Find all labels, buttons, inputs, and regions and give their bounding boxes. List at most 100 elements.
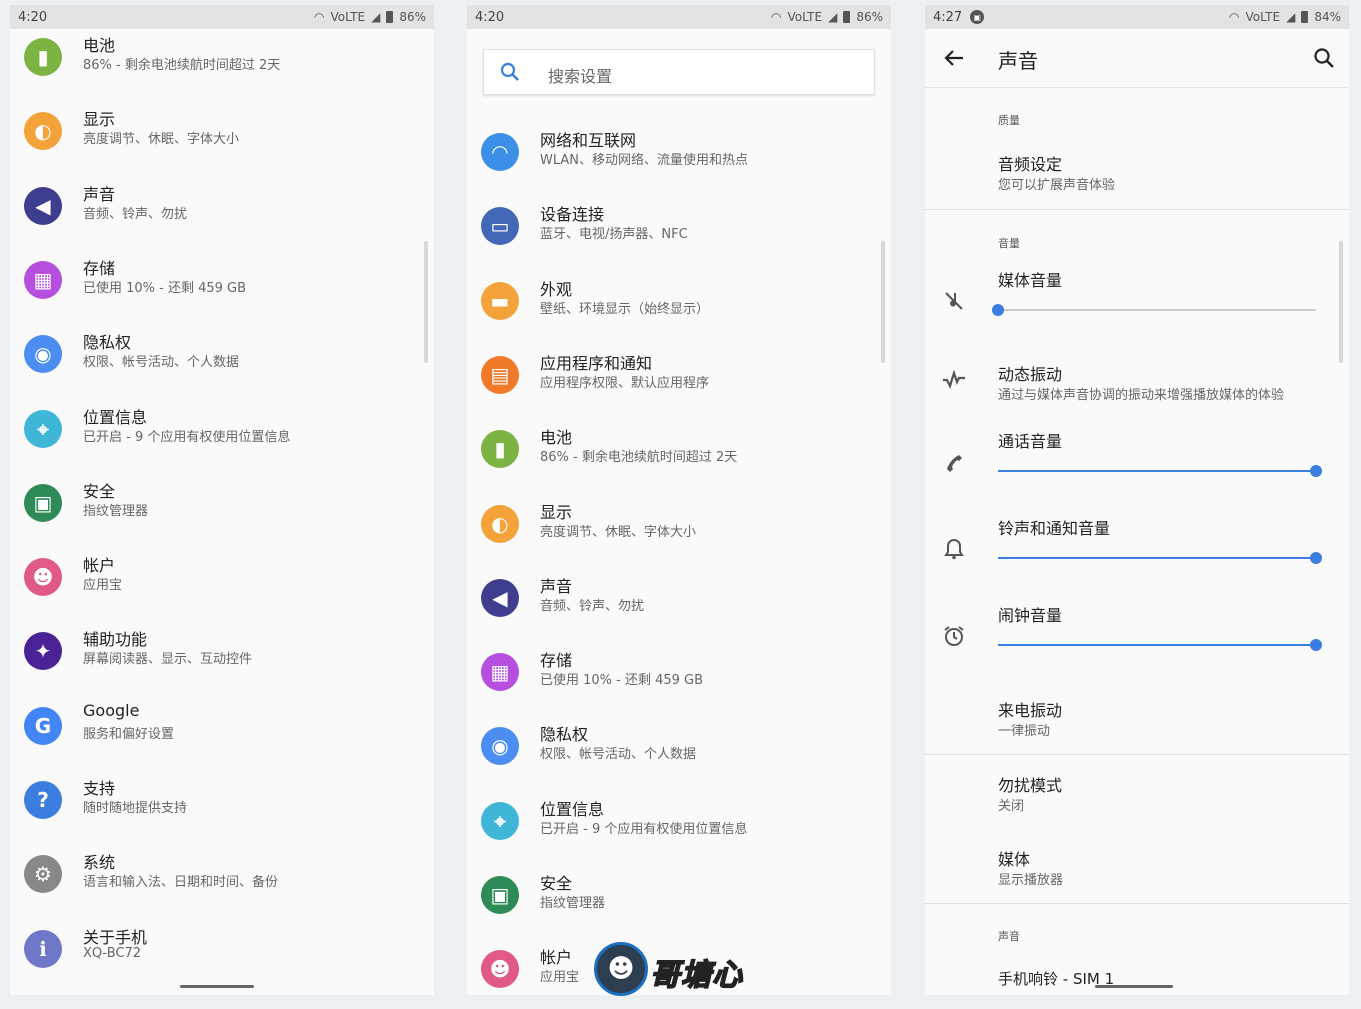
settings-item-subtitle: 权限、帐号活动、个人数据 <box>83 355 240 371</box>
settings-item-title: 设备连接 <box>540 205 605 225</box>
help-icon: ? <box>24 781 62 819</box>
settings-item[interactable]: ▭ 设备连接 蓝牙、电视/扬声器、NFC <box>467 199 891 259</box>
back-arrow-icon[interactable] <box>943 47 965 73</box>
settings-item[interactable]: ◠ 网络和互联网 WLAN、移动网络、流量使用和热点 <box>467 125 891 185</box>
search-icon[interactable] <box>1313 47 1335 73</box>
settings-item-subtitle: 服务和偏好设置 <box>83 726 175 742</box>
scrollbar[interactable] <box>881 241 885 363</box>
settings-item[interactable]: ▦ 存储 已使用 10% - 还剩 459 GB <box>467 645 891 705</box>
settings-item-title: 隐私权 <box>540 725 589 745</box>
audio-settings-sub: 您可以扩展声音体验 <box>998 178 1116 193</box>
settings-item-title: 帐户 <box>83 556 116 576</box>
gesture-bar[interactable] <box>1095 985 1173 988</box>
accessibility-icon: ✦ <box>24 632 62 671</box>
settings-item[interactable]: ◉ 隐私权 权限、帐号活动、个人数据 <box>467 719 891 779</box>
media-volume-slider[interactable] <box>992 303 1316 317</box>
slider-thumb[interactable] <box>1310 465 1322 477</box>
settings-item-title: 支持 <box>83 779 116 798</box>
settings-item[interactable]: ℹ 关于手机 XQ-BC72 <box>10 922 434 982</box>
divider <box>925 754 1349 755</box>
gesture-bar[interactable] <box>180 985 254 988</box>
volte-icon: VoLTE <box>330 10 366 24</box>
settings-item-title: 显示 <box>83 110 116 130</box>
scrollbar[interactable] <box>1339 241 1343 363</box>
settings-item-subtitle: 应用宝 <box>83 578 123 594</box>
signal-icon: ◢ <box>828 10 838 24</box>
settings-item-title: 外观 <box>540 279 573 299</box>
battery-status-icon <box>386 11 394 23</box>
settings-item[interactable]: ✦ 辅助功能 屏幕阅读器、显示、互动控件 <box>10 624 434 684</box>
settings-item[interactable]: ◀ 声音 音频、铃声、勿扰 <box>467 571 891 631</box>
media-muted-icon[interactable] <box>941 288 967 314</box>
settings-item-title: Google <box>83 700 140 720</box>
battery-status-icon <box>1301 11 1309 23</box>
alarm-volume-slider[interactable] <box>998 638 1322 652</box>
status-icons: ◠ VoLTE ◢ 84% <box>1229 10 1341 24</box>
call-volume-slider[interactable] <box>998 464 1322 478</box>
settings-item[interactable]: ◀ 声音 音频、铃声、勿扰 <box>10 179 434 239</box>
settings-item-title: 存储 <box>540 651 573 671</box>
settings-item-subtitle: 壁纸、环境显示（始终显示） <box>540 301 710 317</box>
brightness-icon: ◐ <box>481 504 519 543</box>
settings-item[interactable]: ▮ 电池 86% - 剩余电池续航时间超过 2天 <box>10 30 434 90</box>
ring-volume-slider[interactable] <box>998 551 1322 565</box>
slider-thumb[interactable] <box>1310 639 1322 651</box>
settings-item[interactable]: ▤ 应用程序和通知 应用程序权限、默认应用程序 <box>467 348 891 408</box>
settings-item[interactable]: ⌖ 位置信息 已开启 - 9 个应用有权使用位置信息 <box>10 402 434 462</box>
scrollbar[interactable] <box>424 241 428 363</box>
volte-icon: VoLTE <box>1245 10 1281 24</box>
bell-icon[interactable] <box>941 536 967 562</box>
settings-item[interactable]: ▣ 安全 指纹管理器 <box>467 868 891 928</box>
settings-item-title: 系统 <box>83 853 116 873</box>
settings-item-title: 位置信息 <box>540 799 605 819</box>
settings-item[interactable]: ▣ 安全 指纹管理器 <box>10 476 434 536</box>
settings-item-title: 安全 <box>83 481 116 501</box>
settings-item[interactable]: ▮ 电池 86% - 剩余电池续航时间超过 2天 <box>467 422 891 482</box>
cartoon-face-icon: ☻ <box>594 942 648 996</box>
call-volume-title: 通话音量 <box>998 432 1063 451</box>
settings-item[interactable]: ◉ 隐私权 权限、帐号活动、个人数据 <box>10 327 434 387</box>
location-pin-icon: ⌖ <box>24 409 62 448</box>
phone-screen-sound-settings: 4:27 ▣ ◠ VoLTE ◢ 84% 声音 质量 音频设定 您可以扩展声音体… <box>925 5 1349 995</box>
settings-item-subtitle: 语言和输入法、日期和时间、备份 <box>83 875 279 891</box>
phone-info-icon: ℹ <box>24 929 62 968</box>
settings-item-subtitle: 应用程序权限、默认应用程序 <box>540 375 710 391</box>
settings-item[interactable]: G Google 服务和偏好设置 <box>10 699 434 759</box>
media-title: 媒体 <box>998 850 1031 869</box>
slider-thumb[interactable] <box>992 304 1004 316</box>
battery-icon: ▮ <box>481 430 519 469</box>
volume-icon: ◀ <box>24 186 62 225</box>
slider-track <box>998 309 1316 311</box>
settings-item-subtitle: 指纹管理器 <box>83 503 149 519</box>
settings-item[interactable]: ? 支持 随时随地提供支持 <box>10 773 434 833</box>
settings-item[interactable]: ⌖ 位置信息 已开启 - 9 个应用有权使用位置信息 <box>467 794 891 854</box>
phone-handset-icon[interactable] <box>941 449 967 475</box>
wifi-status-icon: ◠ <box>771 10 782 24</box>
slider-fill <box>998 557 1316 559</box>
appearance-icon: ▬ <box>481 281 519 320</box>
section-header-quality: 质量 <box>998 114 1020 127</box>
search-settings-box[interactable]: 搜索设置 <box>483 49 875 95</box>
settings-item[interactable]: ⚙ 系统 语言和输入法、日期和时间、备份 <box>10 847 434 907</box>
settings-item-subtitle: XQ-BC72 <box>83 945 142 961</box>
battery-icon: ▮ <box>24 38 62 76</box>
settings-item[interactable]: ◐ 显示 亮度调节、休眠、字体大小 <box>10 104 434 164</box>
search-icon <box>500 62 520 86</box>
alarm-clock-icon[interactable] <box>941 623 967 649</box>
settings-item[interactable]: ☻ 帐户 应用宝 <box>10 550 434 610</box>
settings-item-subtitle: 已开启 - 9 个应用有权使用位置信息 <box>540 821 748 837</box>
settings-item[interactable]: ◐ 显示 亮度调节、休眠、字体大小 <box>467 497 891 557</box>
storage-icon: ▦ <box>481 653 519 692</box>
account-icon: ☻ <box>481 950 519 989</box>
slider-thumb[interactable] <box>1310 552 1322 564</box>
vibrate-on-ring-sub: 一律振动 <box>998 724 1051 739</box>
brightness-icon: ◐ <box>24 112 62 151</box>
settings-item[interactable]: ▬ 外观壁纸、环境显示（始终显示） <box>467 274 891 334</box>
battery-status-icon <box>843 11 851 23</box>
media-volume-title: 媒体音量 <box>998 271 1063 290</box>
media-sub: 显示播放器 <box>998 873 1064 888</box>
settings-item[interactable]: ▦ 存储 已使用 10% - 还剩 459 GB <box>10 253 434 313</box>
section-header-sound: 声音 <box>998 930 1020 943</box>
settings-item-subtitle: WLAN、移动网络、流量使用和热点 <box>540 153 749 168</box>
app-bar: 声音 <box>925 29 1349 88</box>
